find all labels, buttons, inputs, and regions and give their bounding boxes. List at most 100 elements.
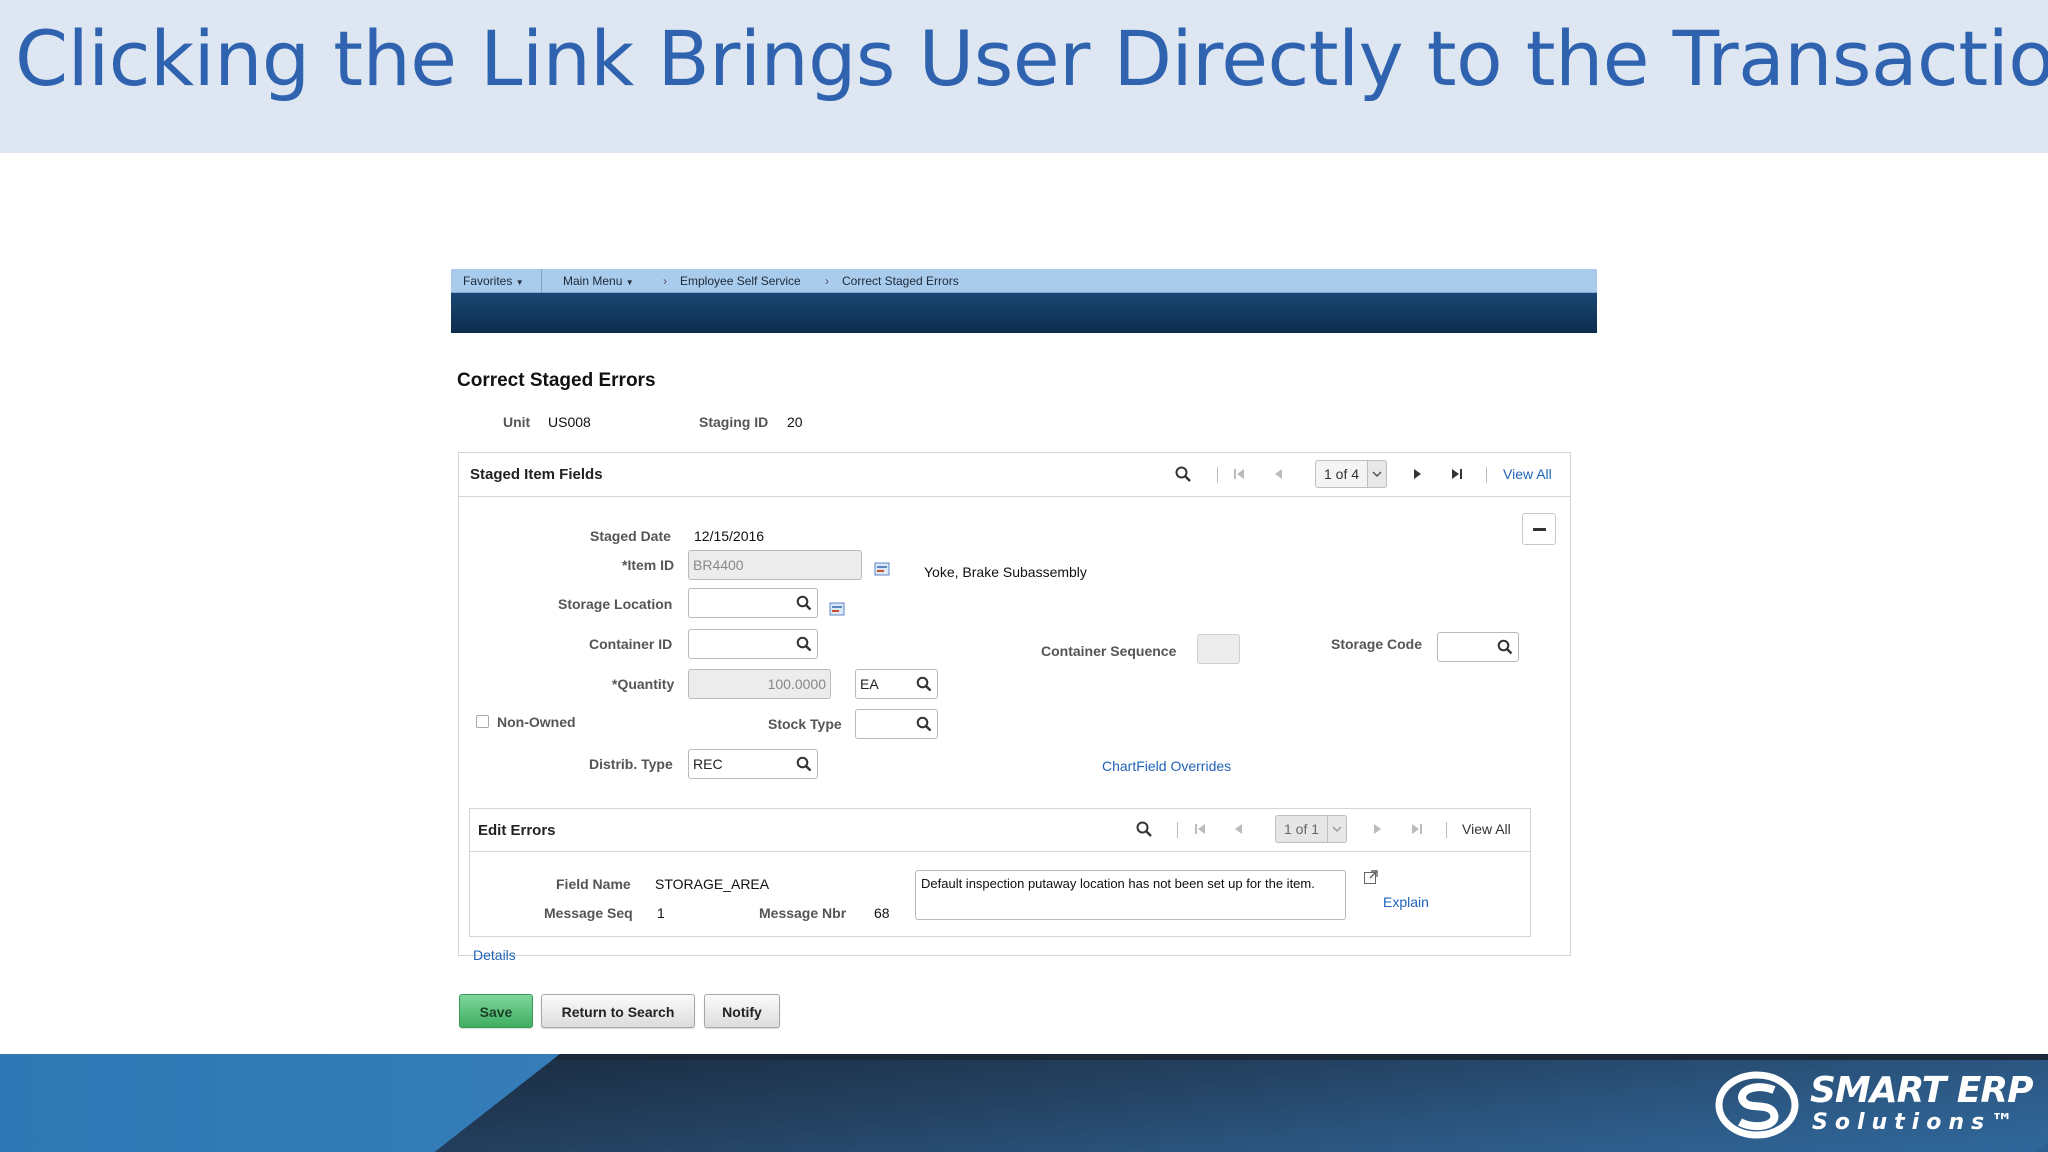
staged-date-value: 12/15/2016 — [694, 528, 765, 544]
distrib-type-label: Distrib. Type — [589, 756, 673, 772]
logo-text-sub: Solutions™ — [1812, 1110, 2021, 1135]
favorites-menu[interactable]: Favorites ▼ — [463, 274, 524, 288]
container-id-field[interactable] — [688, 629, 818, 659]
nav-divider — [541, 269, 542, 293]
previous-page-icon[interactable] — [1231, 821, 1247, 837]
company-logo: SMART ERP Solutions™ — [1714, 1070, 2034, 1140]
caret-down-icon: ▼ — [625, 278, 634, 287]
logo-text-main: SMART ERP — [1810, 1070, 2034, 1111]
breadcrumb-employee-self-service[interactable]: Employee Self Service — [680, 274, 801, 288]
search-icon[interactable] — [796, 756, 812, 772]
peoplesoft-window: Favorites ▼ Main Menu ▼ › Employee Self … — [451, 269, 1597, 1039]
search-icon[interactable] — [796, 595, 812, 611]
navigation-bar: Favorites ▼ Main Menu ▼ › Employee Self … — [451, 269, 1597, 293]
search-icon[interactable] — [796, 636, 812, 652]
row-pager-value: 1 of 4 — [1324, 466, 1360, 482]
message-seq-label: Message Seq — [544, 905, 633, 921]
chevron-down-icon — [1367, 460, 1387, 488]
details-link[interactable]: Details — [473, 947, 516, 963]
first-page-icon[interactable] — [1192, 821, 1208, 837]
next-page-icon[interactable] — [1409, 466, 1425, 482]
item-id-label: *Item ID — [622, 557, 675, 573]
collapse-button[interactable] — [1522, 513, 1556, 545]
minus-icon — [1533, 528, 1546, 531]
caret-down-icon: ▼ — [515, 278, 524, 287]
search-icon[interactable] — [916, 716, 932, 732]
edit-errors-header: Edit Errors 1 of 1 View All — [470, 809, 1530, 852]
title-band: Clicking the Link Brings User Directly t… — [0, 0, 2048, 153]
distrib-type-value: REC — [693, 756, 723, 772]
expand-window-icon[interactable] — [1363, 869, 1379, 885]
search-icon[interactable] — [1175, 466, 1191, 482]
distrib-type-field[interactable]: REC — [688, 749, 818, 779]
unit-of-measure-value: EA — [860, 676, 879, 692]
search-icon[interactable] — [1497, 639, 1513, 655]
main-menu[interactable]: Main Menu ▼ — [563, 274, 634, 288]
staged-item-fields-group: Staged Item Fields 1 of 4 View All Stage… — [458, 452, 1571, 963]
quantity-label: *Quantity — [612, 676, 675, 692]
breadcrumb-correct-staged-errors[interactable]: Correct Staged Errors — [842, 274, 959, 288]
related-info-icon[interactable] — [829, 602, 845, 616]
search-icon[interactable] — [916, 676, 932, 692]
edit-errors-group: Edit Errors 1 of 1 View All Field Name S… — [469, 808, 1531, 937]
divider — [1217, 467, 1218, 483]
return-to-search-button[interactable]: Return to Search — [541, 994, 695, 1028]
errors-view-all-link[interactable]: View All — [1462, 821, 1511, 837]
message-nbr-value: 68 — [874, 905, 890, 921]
message-nbr-label: Message Nbr — [759, 905, 847, 921]
error-pager-value: 1 of 1 — [1284, 821, 1320, 837]
staged-item-fields-title: Staged Item Fields — [470, 466, 603, 483]
chevron-right-icon: › — [825, 274, 829, 288]
slide-title: Clicking the Link Brings User Directly t… — [15, 14, 2048, 103]
notify-button[interactable]: Notify — [704, 994, 780, 1028]
quantity-field[interactable]: 100.0000 — [688, 669, 831, 699]
edit-errors-title: Edit Errors — [478, 822, 556, 839]
banner-bar — [451, 293, 1597, 333]
staged-date-label: Staged Date — [590, 528, 671, 544]
non-owned-checkbox[interactable] — [476, 715, 489, 728]
slide: Clicking the Link Brings User Directly t… — [0, 0, 2048, 1152]
container-sequence-field — [1197, 634, 1240, 664]
field-name-value: STORAGE_AREA — [655, 876, 770, 892]
container-sequence-label: Container Sequence — [1041, 643, 1177, 659]
chevron-down-icon — [1327, 815, 1347, 843]
row-pager-select[interactable]: 1 of 4 — [1315, 460, 1387, 488]
message-seq-value: 1 — [657, 905, 665, 921]
container-id-label: Container ID — [589, 636, 673, 652]
stock-type-field[interactable] — [855, 709, 938, 739]
next-page-icon[interactable] — [1369, 821, 1385, 837]
unit-label: Unit — [503, 414, 531, 430]
storage-location-label: Storage Location — [558, 596, 673, 612]
staging-id-value: 20 — [787, 414, 803, 430]
item-description: Yoke, Brake Subassembly — [924, 564, 1087, 580]
footer-sweep-edge — [552, 1054, 2048, 1060]
stock-type-label: Stock Type — [768, 716, 842, 732]
storage-code-field[interactable] — [1437, 632, 1519, 662]
divider — [1486, 467, 1487, 483]
message-text-area[interactable]: Default inspection putaway location has … — [915, 870, 1346, 920]
last-page-icon[interactable] — [1449, 466, 1465, 482]
error-pager-select[interactable]: 1 of 1 — [1275, 815, 1347, 843]
unit-value: US008 — [548, 414, 591, 430]
staged-item-fields-header: Staged Item Fields 1 of 4 View All — [459, 453, 1570, 497]
logo-mark-icon — [1715, 1071, 1799, 1139]
page-title: Correct Staged Errors — [457, 370, 656, 391]
first-page-icon[interactable] — [1231, 466, 1247, 482]
view-all-link[interactable]: View All — [1503, 466, 1552, 482]
chartfield-overrides-link[interactable]: ChartField Overrides — [1102, 758, 1231, 774]
item-id-field[interactable]: BR4400 — [688, 550, 862, 580]
storage-location-field[interactable] — [688, 588, 818, 618]
non-owned-label: Non-Owned — [497, 714, 576, 730]
unit-of-measure-field[interactable]: EA — [855, 669, 938, 699]
related-info-icon[interactable] — [874, 562, 890, 576]
previous-page-icon[interactable] — [1271, 466, 1287, 482]
explain-link[interactable]: Explain — [1383, 894, 1429, 910]
search-icon[interactable] — [1136, 821, 1152, 837]
divider — [1446, 822, 1447, 838]
chevron-right-icon: › — [663, 274, 667, 288]
favorites-label: Favorites — [463, 274, 513, 288]
save-button[interactable]: Save — [459, 994, 533, 1028]
last-page-icon[interactable] — [1409, 821, 1425, 837]
field-name-label: Field Name — [556, 876, 631, 892]
main-menu-label: Main Menu — [563, 274, 623, 288]
